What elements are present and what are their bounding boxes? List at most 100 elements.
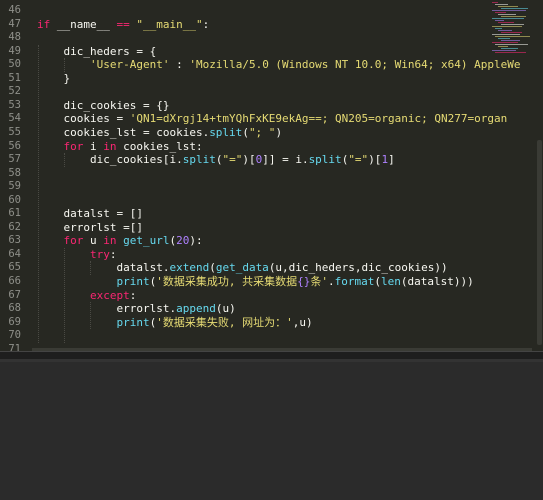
token-text: cookies = — [37, 112, 130, 126]
minimap-line — [498, 6, 518, 7]
token-text: : — [169, 58, 190, 72]
code-line[interactable]: 61 datalst = [] — [0, 207, 543, 220]
token-text: cookies_lst = cookies. — [37, 125, 210, 139]
code-line[interactable]: 55 cookies_lst = cookies.split("; ") — [0, 126, 543, 139]
token-text: : — [202, 17, 210, 31]
code-line[interactable]: 64 try: — [0, 248, 543, 261]
line-number: 53 — [8, 98, 21, 111]
code-line[interactable]: 58 — [0, 167, 543, 180]
token-text: dic_cookies[i. — [37, 153, 183, 167]
token-fn: print — [116, 315, 150, 329]
line-number: 59 — [8, 180, 21, 193]
minimap-line — [495, 20, 504, 21]
token-fn: split — [182, 153, 216, 167]
indent-guide — [64, 58, 65, 72]
code-line[interactable]: 70 — [0, 329, 543, 342]
token-str: '数据采集成功, 共采集数据 — [156, 275, 298, 288]
token-kw: try — [89, 247, 110, 261]
code-line[interactable]: 62 errorlst =[] — [0, 221, 543, 234]
code-line[interactable]: 59 — [0, 180, 543, 193]
token-str: "=" — [222, 153, 243, 167]
minimap-line — [501, 24, 524, 25]
line-code: cookies = 'QN1=dXrgj14+tmYQhFxKE9ekAg==;… — [37, 112, 507, 125]
token-text: cookies_lst: — [116, 139, 203, 153]
output-panel-header — [0, 359, 543, 362]
line-number: 50 — [8, 58, 21, 71]
line-code: } — [37, 72, 70, 85]
minimap-line — [498, 30, 512, 31]
line-code: print('数据采集失败, 网址为：',u) — [37, 315, 312, 329]
token-text: (u) — [215, 302, 236, 316]
minimap-line — [498, 38, 510, 39]
code-line[interactable]: 57 dic_cookies[i.split("=")[0]] = i.spli… — [0, 153, 543, 166]
code-line[interactable]: 46 — [0, 4, 543, 17]
line-number: 66 — [8, 275, 21, 287]
token-num: {} — [297, 275, 311, 288]
code-line[interactable]: 69 print('数据采集失败, 网址为：',u) — [0, 316, 543, 329]
code-line[interactable]: 56 for i in cookies_lst: — [0, 140, 543, 153]
code-line[interactable]: 65 datalst.extend(get_data(u,dic_heders,… — [0, 261, 543, 274]
line-number: 55 — [8, 125, 21, 138]
line-code: errorlst =[] — [37, 220, 143, 234]
code-line[interactable]: 68 errorlst.append(u) — [0, 302, 543, 315]
minimap-line — [495, 4, 508, 5]
token-text: ] — [388, 153, 395, 167]
minimap-line — [501, 40, 520, 41]
code-line[interactable]: 53 dic_cookies = {} — [0, 99, 543, 112]
code-line[interactable]: 51 } — [0, 72, 543, 85]
minimap-line — [492, 42, 518, 43]
token-kw: == — [116, 17, 130, 31]
code-line[interactable]: 50 'User-Agent' : 'Mozilla/5.0 (Windows … — [0, 58, 543, 71]
token-fn: get_data — [215, 261, 269, 275]
token-str: "; " — [248, 125, 276, 139]
token-text: : — [129, 288, 137, 302]
line-number: 67 — [8, 288, 21, 301]
line-number: 68 — [8, 302, 21, 315]
output-panel[interactable] — [0, 359, 543, 500]
code-line[interactable]: 54 cookies = 'QN1=dXrgj14+tmYQhFxKE9ekAg… — [0, 112, 543, 125]
code-line[interactable]: 67 except: — [0, 289, 543, 302]
minimap-line — [495, 28, 502, 29]
token-kw: except — [89, 288, 130, 302]
line-number: 51 — [8, 71, 21, 84]
indent-guide — [90, 261, 91, 275]
code-line[interactable]: 52 — [0, 85, 543, 98]
token-text: ]] = i. — [262, 153, 309, 167]
token-str: 'User-Agent' — [89, 58, 170, 72]
line-code: print('数据采集成功, 共采集数据{}条'.format(len(data… — [37, 275, 473, 288]
token-text: i — [83, 139, 104, 153]
token-text: : — [109, 247, 117, 261]
minimap-line — [495, 44, 528, 45]
code-line[interactable]: 66 print('数据采集成功, 共采集数据{}条'.format(len(d… — [0, 275, 543, 288]
code-line[interactable]: 60 — [0, 194, 543, 207]
token-text: errorlst =[] — [37, 220, 143, 234]
minimap-line — [495, 52, 526, 53]
token-text: errorlst. — [37, 302, 177, 316]
line-code: for i in cookies_lst: — [37, 140, 203, 153]
line-number: 69 — [8, 315, 21, 328]
minimap[interactable] — [490, 0, 536, 60]
token-text: u — [83, 234, 104, 248]
minimap-line — [492, 18, 524, 19]
line-code: errorlst.append(u) — [37, 302, 236, 316]
code-line[interactable]: 48 — [0, 31, 543, 44]
vertical-scrollbar-thumb[interactable] — [537, 140, 542, 345]
code-line[interactable]: 49 dic_heders = { — [0, 45, 543, 58]
token-text: )[ — [368, 153, 382, 167]
code-editor[interactable]: 46 47 if __name__ == "__main__": 48 49 dic_h… — [0, 0, 543, 351]
token-text: datalst. — [37, 261, 170, 275]
line-number: 47 — [8, 17, 21, 30]
line-code: cookies_lst = cookies.split("; ") — [37, 126, 282, 139]
token-fn: split — [308, 153, 342, 167]
minimap-line — [492, 34, 520, 35]
line-code: dic_cookies[i.split("=")[0]] = i.split("… — [37, 153, 395, 166]
minimap-line — [498, 22, 514, 23]
code-line[interactable]: 63 for u in get_url(20): — [0, 234, 543, 247]
code-line[interactable]: 47 if __name__ == "__main__": — [0, 18, 543, 31]
token-text: ): — [189, 234, 203, 248]
line-code: if __name__ == "__main__": — [37, 18, 209, 31]
minimap-line — [501, 16, 526, 17]
token-text: ) — [275, 125, 283, 139]
line-code: 'User-Agent' : 'Mozilla/5.0 (Windows NT … — [37, 58, 521, 72]
line-number: 58 — [8, 166, 21, 179]
